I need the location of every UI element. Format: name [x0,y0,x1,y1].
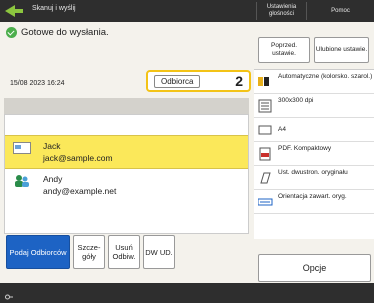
email-icon [13,141,31,154]
details-button[interactable]: Szcze-góły [73,235,105,269]
setting-text: 300x300 dpi [278,97,314,104]
options-button[interactable]: Opcje [258,254,371,282]
paper-size-icon [258,123,274,137]
recipient-name: Jack [43,141,61,151]
back-icon[interactable] [3,2,25,20]
setting-orientation[interactable]: Orientacja zawart. oryg. [254,190,374,214]
setting-text: Orientacja zawart. oryg. [278,193,347,200]
volume-settings-button[interactable]: Ustawienia głośności [256,2,306,20]
list-item[interactable]: Jack jack@sample.com [5,135,248,169]
setting-text: Ust. dwustron. oryginału [278,169,348,176]
setting-file-format[interactable]: PDF. Kompaktowy [254,142,374,166]
duplex-icon [258,171,274,185]
key-icon[interactable] [5,289,13,300]
list-header [4,98,249,114]
specify-recipients-button[interactable]: Podaj Odbiorców [6,235,70,269]
recipient-count: 2 [235,73,243,89]
top-bar: Skanuj i wyślij Ustawienia głośności Pom… [0,0,374,22]
setting-color-mode[interactable]: Automatyczne (kolorsko. szarol.) [254,70,374,94]
color-mode-icon [258,75,274,89]
status-text: Gotowe do wysłania. [21,27,109,38]
check-icon [6,27,17,38]
recipient-counter[interactable]: Odbiorca 2 [146,70,251,92]
cc-bcc-button[interactable]: DW UD. [143,235,175,269]
setting-text: A4 [278,126,286,133]
main-panel: Gotowe do wysłania. 15/08 2023 16:24 Odb… [0,22,374,283]
list-item[interactable]: Andy andy@example.net [5,169,248,203]
date-time: 15/08 2023 16:24 [10,80,65,87]
setting-duplex[interactable]: Ust. dwustron. oryginału [254,166,374,190]
recipient-list: Jack jack@sample.com Andy andy@example.n… [4,114,249,234]
app-title: Skanuj i wyślij [32,5,76,12]
delete-recipient-button[interactable]: Usuń Odbiw. [108,235,140,269]
status-line: Gotowe do wysłania. [6,27,109,38]
settings-panel: Poprzed. ustawie. Ulubione ustawie. Auto… [254,35,374,283]
file-format-icon [258,147,274,161]
recipient-address: jack@sample.com [43,153,113,163]
resolution-icon [258,99,274,113]
user-icon [13,174,31,187]
recipient-address: andy@example.net [43,186,117,196]
bottom-bar [0,283,374,303]
favorite-settings-button[interactable]: Ulubione ustawie. [314,37,369,63]
orientation-icon [257,195,274,209]
setting-paper-size[interactable]: A4 [254,118,374,142]
settings-list: Automatyczne (kolorsko. szarol.) 300x300… [254,69,374,239]
recipient-label: Odbiorca [154,75,201,88]
help-button[interactable]: Pomoc [306,2,374,20]
recipient-name: Andy [43,174,63,184]
setting-text: PDF. Kompaktowy [278,145,332,152]
setting-resolution[interactable]: 300x300 dpi [254,94,374,118]
setting-text: Automatyczne (kolorsko. szarol.) [278,73,373,80]
previous-settings-button[interactable]: Poprzed. ustawie. [258,37,310,63]
